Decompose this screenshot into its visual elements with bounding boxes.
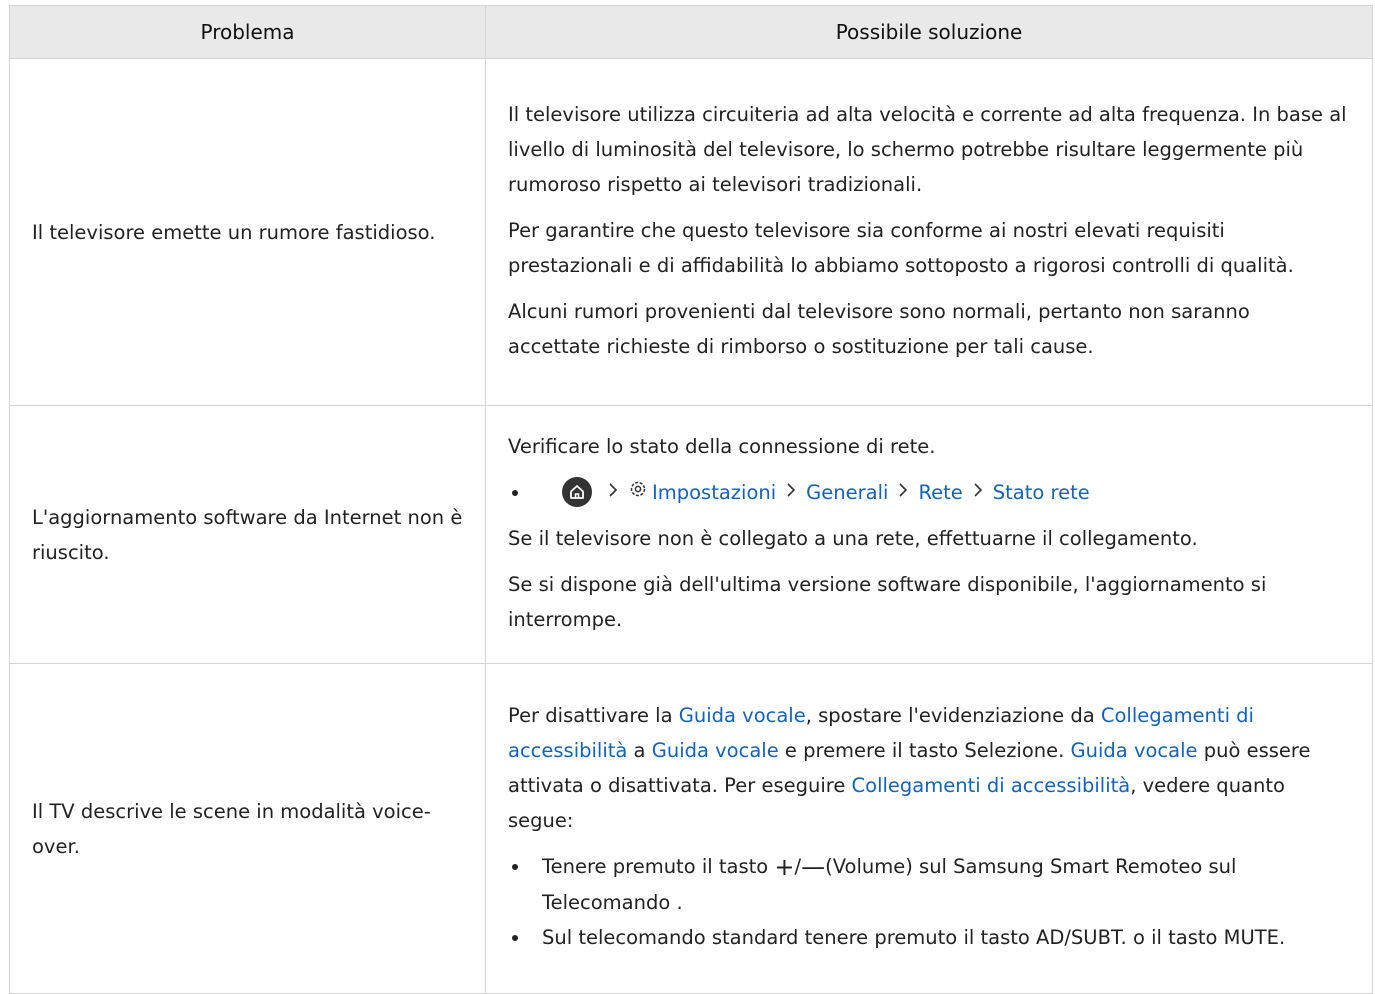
- list-item: Tenere premuto il tasto +/—(Volume) sul …: [508, 849, 1348, 920]
- voice-guide-link[interactable]: Guida vocale: [1071, 739, 1198, 762]
- chevron-right-icon: [898, 475, 908, 510]
- network-link[interactable]: Rete: [918, 475, 962, 510]
- troubleshooting-table: Problema Possibile soluzione Il televiso…: [9, 5, 1373, 994]
- text-run: e premere il tasto Selezione.: [778, 739, 1071, 762]
- list-item: Sul telecomando standard tenere premuto …: [508, 920, 1348, 955]
- settings-link[interactable]: Impostazioni: [652, 475, 776, 510]
- table-row: Il televisore emette un rumore fastidios…: [9, 58, 1373, 406]
- table-header-row: Problema Possibile soluzione: [9, 5, 1373, 59]
- menu-path: Impostazioni Generali Rete Stato rete: [542, 475, 1348, 510]
- list-item-text: Sul telecomando standard tenere premuto …: [542, 926, 1286, 949]
- problem-cell: Il televisore emette un rumore fastidios…: [9, 58, 486, 406]
- header-solution: Possibile soluzione: [485, 5, 1373, 59]
- accessibility-shortcuts-link[interactable]: Collegamenti di accessibilità: [852, 774, 1131, 797]
- instruction-list: Tenere premuto il tasto +/—(Volume) sul …: [508, 849, 1348, 955]
- text-run: Per disattivare la: [508, 704, 679, 727]
- home-icon[interactable]: [562, 477, 592, 507]
- solution-cell: Per disattivare la Guida vocale, spostar…: [485, 663, 1373, 994]
- solution-paragraph: Se il televisore non è collegato a una r…: [508, 526, 1198, 550]
- minus-icon: —: [801, 853, 826, 881]
- troubleshooting-table-wrapper: Problema Possibile soluzione Il televiso…: [9, 5, 1373, 994]
- plus-icon: +: [774, 853, 795, 881]
- gear-icon: [628, 475, 648, 510]
- solution-cell: Il televisore utilizza circuiteria ad al…: [485, 58, 1373, 406]
- solution-cell: Verificare lo stato della connessione di…: [485, 405, 1373, 664]
- chevron-right-icon: [973, 475, 983, 510]
- solution-paragraph: Per disattivare la Guida vocale, spostar…: [508, 698, 1348, 838]
- general-link[interactable]: Generali: [806, 475, 888, 510]
- text-run: /: [794, 855, 802, 878]
- solution-paragraph: Alcuni rumori provenienti dal televisore…: [508, 299, 1250, 358]
- text-run: , spostare l'evidenziazione da: [805, 704, 1101, 727]
- solution-paragraph: Se si dispone già dell'ultima versione s…: [508, 572, 1267, 631]
- text-run: Tenere premuto il tasto: [542, 855, 775, 878]
- table-row: L'aggiornamento software da Internet non…: [9, 405, 1373, 664]
- problem-cell: Il TV descrive le scene in modalità voic…: [9, 663, 486, 994]
- voice-guide-link[interactable]: Guida vocale: [679, 704, 806, 727]
- chevron-right-icon: [786, 475, 796, 510]
- list-item-text: Tenere premuto il tasto +/—(Volume) sul …: [542, 849, 1348, 920]
- solution-paragraph: Per garantire che questo televisore sia …: [508, 218, 1294, 277]
- menu-path-item: Impostazioni Generali Rete Stato rete: [508, 475, 1348, 510]
- table-row: Il TV descrive le scene in modalità voic…: [9, 663, 1373, 994]
- network-status-link[interactable]: Stato rete: [993, 475, 1090, 510]
- solution-paragraph: Il televisore utilizza circuiteria ad al…: [508, 102, 1347, 196]
- solution-paragraph: Verificare lo stato della connessione di…: [508, 434, 936, 458]
- header-problem: Problema: [9, 5, 486, 59]
- chevron-right-icon: [608, 475, 618, 510]
- voice-guide-link[interactable]: Guida vocale: [652, 739, 779, 762]
- text-run: a: [627, 739, 652, 762]
- problem-cell: L'aggiornamento software da Internet non…: [9, 405, 486, 664]
